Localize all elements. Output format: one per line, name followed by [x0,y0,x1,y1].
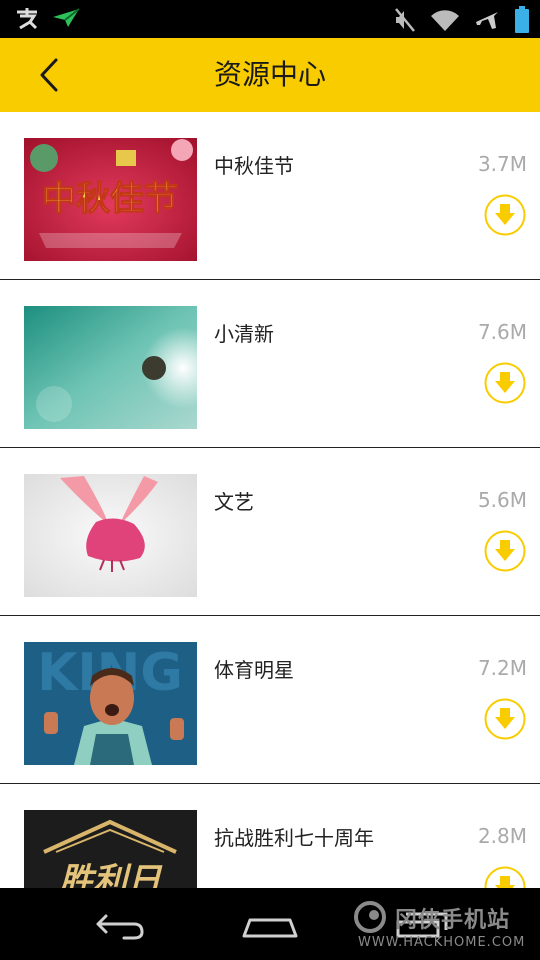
thumbnail-flower [24,474,197,597]
download-icon [495,540,515,561]
resource-name: 抗战胜利七十周年 [214,826,374,850]
home-icon [242,918,298,938]
mute-icon [395,8,415,32]
resource-size: 5.6M [477,488,527,512]
system-nav-bar: 冈侠手机站 WWW.HACKHOME.COM [0,888,540,960]
app-header: 资源中心 [0,38,540,112]
paper-plane-icon [53,8,80,27]
download-icon [495,372,515,393]
thumbnail-dandelion [24,306,197,429]
watermark-url: WWW.HACKHOME.COM [358,935,526,950]
resource-size: 3.7M [477,152,527,176]
resource-list: 中秋佳节 中秋佳节 3.7M 小清新 7.6M 文艺 5.6M 体育明星 7.2… [0,112,540,888]
list-item[interactable]: 中秋佳节 中秋佳节 3.7M [0,112,540,280]
wifi-icon [431,10,459,31]
nav-home-button[interactable] [240,902,300,946]
download-icon [495,876,515,888]
resource-name: 文艺 [214,490,254,514]
thumbnail-caption: 胜利日 [58,861,163,888]
download-button[interactable] [484,194,526,236]
download-button[interactable] [484,698,526,740]
list-item[interactable]: KING 体育明星 7.2M [0,616,540,784]
list-item[interactable]: 胜利日 抗战胜利七十周年 2.8M [0,784,540,888]
nav-back-button[interactable] [90,902,150,946]
download-button[interactable] [484,362,526,404]
download-icon [495,708,515,729]
resource-name: 中秋佳节 [214,154,294,178]
back-arrow-icon [96,914,144,940]
thumbnail-sports-star: KING [24,642,197,765]
thumbnail-victory-day: 胜利日 [24,810,197,888]
resource-name: 小清新 [214,322,274,346]
back-button[interactable] [30,52,74,98]
battery-icon [515,6,529,33]
list-item[interactable]: 文艺 5.6M [0,448,540,616]
list-item[interactable]: 小清新 7.6M [0,280,540,448]
page-title: 资源中心 [213,58,326,91]
download-button[interactable] [484,866,526,888]
status-bar [0,0,540,38]
thumbnail-caption: 中秋佳节 [42,179,178,219]
download-icon [495,204,515,225]
airplane-icon [476,12,498,29]
resource-size: 7.2M [477,656,527,680]
chat-app-icon [17,8,38,30]
resource-size: 2.8M [477,824,527,848]
watermark-brand: 冈侠手机站 [395,908,511,933]
download-button[interactable] [484,530,526,572]
thumbnail-mid-autumn: 中秋佳节 [24,138,197,261]
watermark-logo [354,901,386,933]
resource-size: 7.6M [477,320,527,344]
resource-name: 体育明星 [214,658,294,682]
